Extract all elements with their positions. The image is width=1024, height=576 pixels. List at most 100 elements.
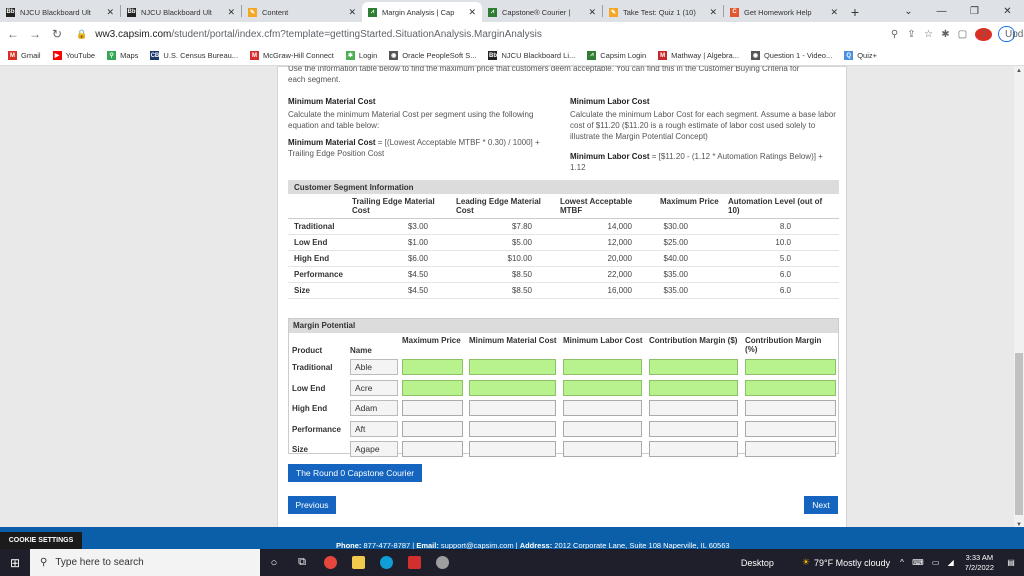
clock-date: 7/2/2022	[964, 562, 994, 572]
tray-icons[interactable]: ^ ⌨ ▭ ◢	[900, 558, 957, 567]
browser-tab[interactable]: ⩘ Margin Analysis | Cap ✕	[362, 2, 482, 22]
close-window-icon[interactable]: ✕	[991, 0, 1024, 22]
bookmark-item[interactable]: Bb NJCU Blackboard Li...	[488, 51, 575, 60]
task-view-icon[interactable]: ⧉	[288, 549, 316, 576]
profile-avatar[interactable]: J	[975, 27, 992, 41]
app-icon[interactable]	[428, 549, 456, 576]
bookmark-label: U.S. Census Bureau...	[163, 51, 239, 60]
windows-start-icon[interactable]: ⊞	[0, 549, 30, 576]
tab-close-icon[interactable]: ✕	[468, 7, 476, 18]
tab-close-icon[interactable]: ✕	[588, 7, 596, 18]
next-button[interactable]: Next	[804, 496, 838, 514]
min-labor-input[interactable]	[563, 400, 642, 416]
tab-close-icon[interactable]: ✕	[830, 7, 838, 18]
restore-icon[interactable]: ❐	[958, 0, 991, 22]
minimize-icon[interactable]: —	[925, 0, 958, 22]
cm-dollar-input[interactable]	[649, 359, 738, 375]
url-path: /student/portal/index.cfm?template=getti…	[171, 28, 542, 40]
scrollbar-thumb[interactable]	[1015, 353, 1023, 515]
max-price-input[interactable]	[402, 420, 463, 437]
browser-tab[interactable]: Bb NJCU Blackboard Ult ✕	[0, 2, 120, 22]
min-material-input[interactable]	[469, 359, 556, 375]
browser-tab[interactable]: Bb NJCU Blackboard Ult ✕	[121, 2, 241, 22]
min-material-input[interactable]	[469, 379, 556, 396]
bookmark-star-icon[interactable]: ☆	[920, 29, 937, 40]
search-icon: ⚲	[40, 557, 48, 568]
acrobat-icon[interactable]	[400, 549, 428, 576]
zoom-icon[interactable]: ⚲	[886, 29, 903, 40]
desktop-toolbar[interactable]: Desktop	[741, 558, 774, 568]
weather-widget[interactable]: ☀ 79°F Mostly cloudy	[802, 557, 890, 568]
min-material-input[interactable]	[469, 400, 556, 416]
browser-tab[interactable]: ✎ Take Test: Quiz 1 (10) ✕	[603, 2, 723, 22]
cm-pct-input[interactable]	[745, 400, 836, 416]
chrome-icon[interactable]	[316, 549, 344, 576]
min-labor-input[interactable]	[563, 359, 642, 375]
extensions-icon[interactable]: ✱	[937, 29, 954, 40]
browser-tab[interactable]: ⩘ Capstone® Courier | ✕	[482, 2, 602, 22]
taskbar-clock[interactable]: 3:33 AM 7/2/2022	[965, 553, 994, 573]
mp-product-name-field: Aft	[350, 420, 398, 437]
back-icon[interactable]: ←	[4, 27, 22, 41]
margin-analysis-card: Use the information table below to find …	[277, 66, 847, 530]
browser-tab[interactable]: C Get Homework Help ✕	[724, 2, 844, 22]
tab-close-icon[interactable]: ✕	[709, 7, 717, 18]
bookmark-item[interactable]: Q Quiz+	[844, 51, 877, 60]
previous-button[interactable]: Previous	[288, 496, 336, 514]
bookmark-item[interactable]: ⩘ Capsim Login	[587, 51, 646, 60]
email-value[interactable]: support@capsim.com |	[439, 541, 520, 549]
capstone-courier-button[interactable]: The Round 0 Capstone Courier	[288, 464, 423, 482]
email-label: Email:	[416, 541, 439, 549]
min-material-input[interactable]	[469, 420, 556, 437]
cm-dollar-input[interactable]	[649, 400, 738, 416]
forward-icon[interactable]: →	[26, 27, 44, 41]
bookmark-item[interactable]: ⚲ Maps	[107, 51, 138, 60]
min-material-input[interactable]	[469, 441, 556, 457]
file-explorer-icon[interactable]	[344, 549, 372, 576]
min-labor-input[interactable]	[563, 379, 642, 396]
cookie-settings-button[interactable]: COOKIE SETTINGS	[0, 532, 82, 549]
min-labor-input[interactable]	[563, 441, 642, 457]
max-price-input[interactable]	[402, 441, 463, 457]
bookmark-item[interactable]: ▶ YouTube	[52, 51, 95, 60]
edge-icon[interactable]	[372, 549, 400, 576]
mp-product-name-field: Able	[350, 359, 398, 375]
browser-tab[interactable]: ✎ Content ✕	[242, 2, 362, 22]
cm-pct-input[interactable]	[745, 379, 836, 396]
bookmark-label: Question 1 - Video...	[763, 51, 833, 60]
bookmark-item[interactable]: M Gmail	[8, 51, 41, 60]
update-button[interactable]: Update ⋮	[998, 26, 1024, 42]
cm-pct-input[interactable]	[745, 441, 836, 457]
cm-pct-input[interactable]	[745, 420, 836, 437]
cm-dollar-input[interactable]	[649, 420, 738, 437]
max-price-input[interactable]	[402, 400, 463, 416]
tab-close-icon[interactable]: ✕	[348, 7, 356, 18]
tab-close-icon[interactable]: ✕	[106, 7, 114, 18]
tab-close-icon[interactable]: ✕	[227, 7, 235, 18]
cm-dollar-input[interactable]	[649, 379, 738, 396]
new-tab-icon[interactable]: +	[844, 2, 866, 22]
max-price-input[interactable]	[402, 359, 463, 375]
bookmark-item[interactable]: M McGraw-Hill Connect	[250, 51, 334, 60]
cm-pct-input[interactable]	[745, 359, 836, 375]
bookmark-item[interactable]: M Mathway | Algebra...	[658, 51, 739, 60]
page-scrollbar[interactable]: ▲ ▼	[1014, 66, 1024, 530]
bookmark-item[interactable]: CB U.S. Census Bureau...	[150, 51, 238, 60]
bookmark-label: McGraw-Hill Connect	[263, 51, 334, 60]
side-panel-icon[interactable]: ▢	[954, 29, 971, 40]
taskbar-search-input[interactable]: ⚲ Type here to search	[30, 549, 260, 576]
scroll-up-icon[interactable]: ▲	[1016, 68, 1022, 74]
cortana-icon[interactable]: ○	[260, 549, 288, 576]
url-input[interactable]: 🔒 ww3.capsim.com /student/portal/index.c…	[76, 24, 856, 44]
bookmark-item[interactable]: ✱ Login	[345, 51, 377, 60]
max-price-input[interactable]	[402, 379, 463, 396]
bookmark-item[interactable]: ◉ Oracle PeopleSoft S...	[389, 51, 476, 60]
bookmark-item[interactable]: ◉ Question 1 - Video...	[750, 51, 833, 60]
notification-icon[interactable]: ▤	[1004, 556, 1018, 570]
url-host: ww3.capsim.com	[95, 28, 172, 40]
reload-icon[interactable]: ↻	[48, 27, 66, 41]
tab-search-icon[interactable]: ⌄	[892, 0, 925, 22]
cm-dollar-input[interactable]	[649, 441, 738, 457]
share-icon[interactable]: ⇪	[903, 29, 920, 40]
min-labor-input[interactable]	[563, 420, 642, 437]
